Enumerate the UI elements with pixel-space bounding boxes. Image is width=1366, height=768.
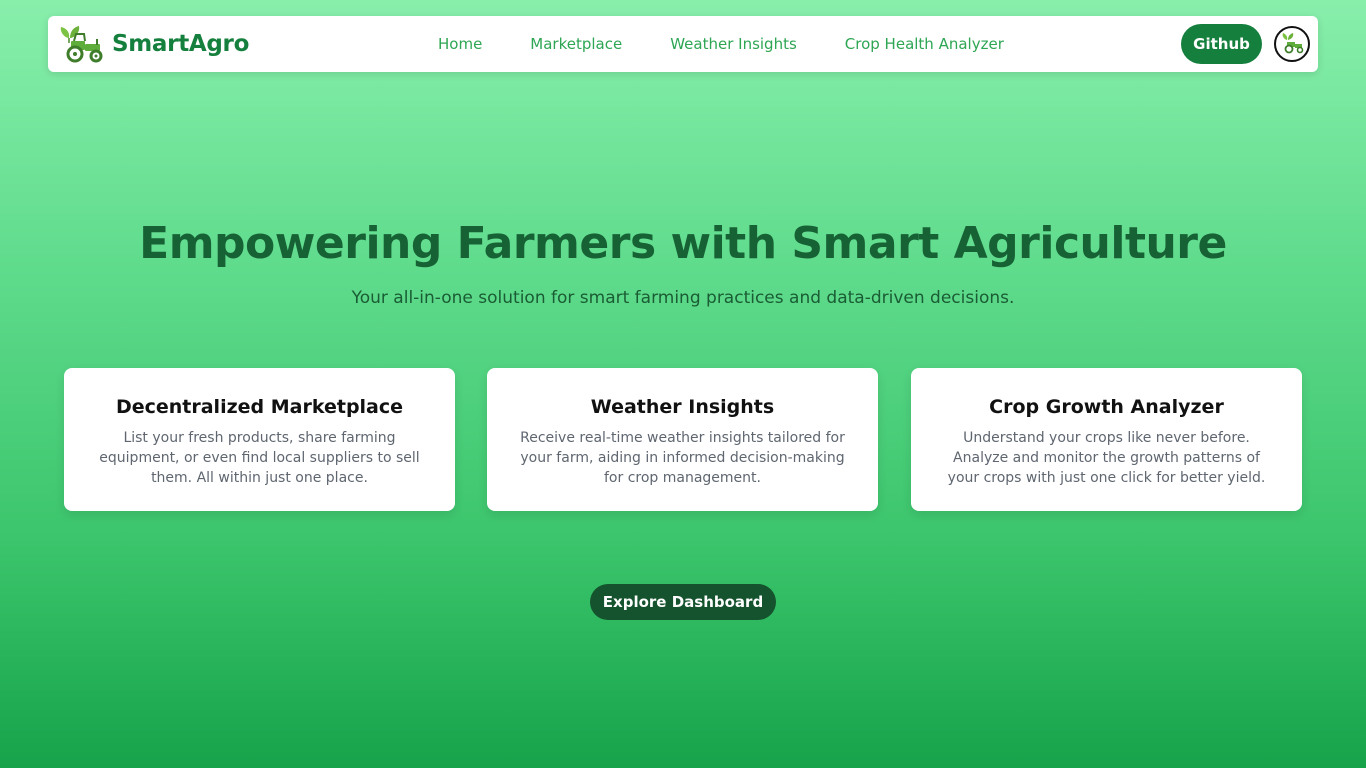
github-button[interactable]: Github xyxy=(1181,24,1262,64)
tractor-with-leaves-icon xyxy=(1282,33,1304,54)
feature-card-description: List your fresh products, share farming … xyxy=(99,430,420,486)
hero-title: Empowering Farmers with Smart Agricultur… xyxy=(139,218,1227,269)
navbar: SmartAgro Home Marketplace Weather Insig… xyxy=(48,16,1318,72)
feature-card-weather-insights: Weather Insights Receive real-time weath… xyxy=(487,368,878,511)
hero-subtitle: Your all-in-one solution for smart farmi… xyxy=(351,288,1015,308)
feature-card-description: Understand your crops like never before.… xyxy=(947,430,1266,486)
brand-link[interactable]: SmartAgro xyxy=(58,24,249,64)
feature-card-title: Decentralized Marketplace xyxy=(115,396,404,418)
explore-dashboard-button[interactable]: Explore Dashboard xyxy=(590,584,776,620)
feature-card-crop-growth-analyzer: Crop Growth Analyzer Understand your cro… xyxy=(911,368,1302,511)
nav-links: Home Marketplace Weather Insights Crop H… xyxy=(438,16,1052,72)
tractor-with-leaves-icon xyxy=(60,26,103,63)
nav-link-weather-insights[interactable]: Weather Insights xyxy=(670,35,797,53)
nav-link-marketplace[interactable]: Marketplace xyxy=(530,35,622,53)
brand-name: SmartAgro xyxy=(112,31,250,57)
feature-card-title: Crop Growth Analyzer xyxy=(989,396,1224,418)
avatar[interactable] xyxy=(1274,26,1310,62)
nav-link-crop-health-analyzer[interactable]: Crop Health Analyzer xyxy=(845,35,1004,53)
nav-link-home[interactable]: Home xyxy=(438,35,482,53)
feature-card-title: Weather Insights xyxy=(590,396,775,418)
feature-card-marketplace: Decentralized Marketplace List your fres… xyxy=(64,368,455,511)
feature-card-description: Receive real-time weather insights tailo… xyxy=(520,430,845,486)
